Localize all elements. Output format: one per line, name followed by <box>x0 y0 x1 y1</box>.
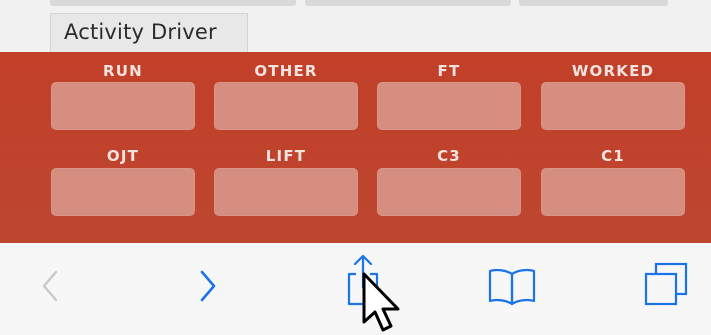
tabs-icon <box>644 262 688 306</box>
activity-panel: RUN OTHER FT WORKED OJT LIFT C3 C1 <box>0 52 711 243</box>
ojt-field[interactable] <box>51 168 195 216</box>
c3-field[interactable] <box>377 168 521 216</box>
run-field[interactable] <box>51 82 195 130</box>
lift-field[interactable] <box>214 168 358 216</box>
chevron-left-icon <box>42 270 58 302</box>
other-field[interactable] <box>214 82 358 130</box>
label-c1: C1 <box>601 147 625 165</box>
chevron-right-icon <box>200 270 216 302</box>
app-screen: Activity Driver RUN OTHER FT WORKED OJT … <box>0 0 711 335</box>
label-ojt: OJT <box>106 147 140 165</box>
label-other: OTHER <box>254 62 318 80</box>
label-worked: WORKED <box>571 62 655 80</box>
ft-field[interactable] <box>377 82 521 130</box>
browser-toolbar <box>0 243 711 335</box>
worked-field[interactable] <box>541 82 685 130</box>
back-button[interactable] <box>20 261 80 311</box>
top-tab-strip <box>50 0 296 6</box>
top-area: Activity Driver <box>0 0 711 53</box>
top-tab-strip <box>305 0 511 6</box>
share-icon <box>347 254 379 306</box>
label-lift: LIFT <box>265 147 307 165</box>
share-button[interactable] <box>333 254 393 306</box>
c1-field[interactable] <box>541 168 685 216</box>
label-c3: C3 <box>437 147 461 165</box>
forward-button[interactable] <box>178 261 238 311</box>
tabs-button[interactable] <box>636 261 696 311</box>
label-ft: FT <box>437 62 461 80</box>
activity-driver-tab[interactable]: Activity Driver <box>50 13 248 53</box>
book-icon <box>488 268 536 306</box>
label-run: RUN <box>103 62 143 80</box>
top-tab-strip <box>519 0 668 6</box>
bookmarks-button[interactable] <box>482 261 542 311</box>
